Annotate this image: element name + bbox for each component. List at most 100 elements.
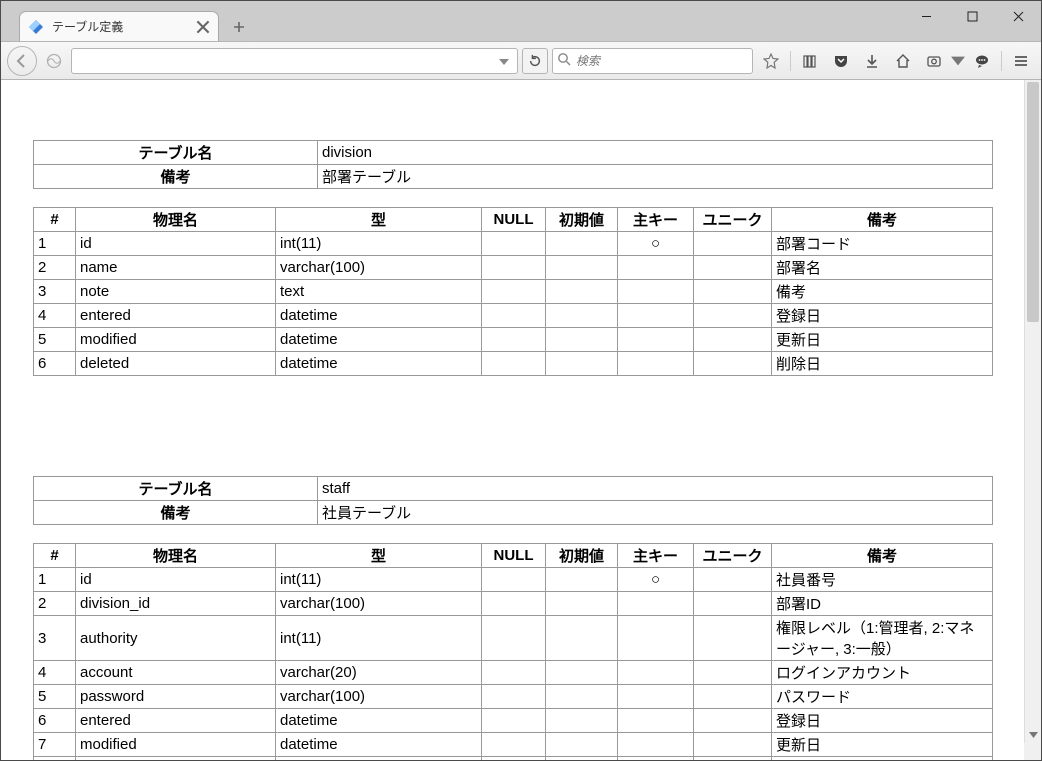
cell-default bbox=[546, 709, 618, 733]
cell-pk bbox=[618, 757, 694, 761]
cell-default bbox=[546, 733, 618, 757]
cell-unique bbox=[694, 568, 772, 592]
cell-type: varchar(100) bbox=[276, 685, 482, 709]
table-row: 5modifieddatetime更新日 bbox=[34, 328, 993, 352]
cell-type: varchar(100) bbox=[276, 256, 482, 280]
cell-phys: entered bbox=[76, 304, 276, 328]
identity-icon[interactable] bbox=[41, 48, 67, 74]
col-header-pk: 主キー bbox=[618, 208, 694, 232]
maximize-button[interactable] bbox=[949, 1, 995, 31]
table-row: 3notetext備考 bbox=[34, 280, 993, 304]
chat-icon[interactable] bbox=[968, 48, 996, 74]
cell-null bbox=[482, 568, 546, 592]
scroll-thumb[interactable] bbox=[1027, 82, 1039, 322]
cell-default bbox=[546, 304, 618, 328]
cell-note: パスワード bbox=[772, 685, 993, 709]
cell-pk bbox=[618, 352, 694, 376]
col-header-note: 備考 bbox=[772, 208, 993, 232]
cell-type: int(11) bbox=[276, 232, 482, 256]
cell-note: 更新日 bbox=[772, 328, 993, 352]
toolbar-icons bbox=[757, 48, 1035, 74]
content-area: テーブル名division備考部署テーブル#物理名型NULL初期値主キーユニーク… bbox=[1, 80, 1024, 760]
cell-pk bbox=[618, 733, 694, 757]
col-header-phys: 物理名 bbox=[76, 208, 276, 232]
meta-label-remarks: 備考 bbox=[34, 165, 318, 189]
navigation-toolbar bbox=[1, 41, 1041, 80]
col-header-null: NULL bbox=[482, 544, 546, 568]
cell-unique bbox=[694, 232, 772, 256]
cell-num: 1 bbox=[34, 568, 76, 592]
vertical-scrollbar[interactable] bbox=[1024, 80, 1041, 743]
cell-pk bbox=[618, 304, 694, 328]
pocket-icon[interactable] bbox=[827, 48, 855, 74]
urlbar-dropdown-icon[interactable] bbox=[493, 53, 515, 68]
col-header-phys: 物理名 bbox=[76, 544, 276, 568]
cell-default bbox=[546, 256, 618, 280]
cell-null bbox=[482, 280, 546, 304]
home-icon[interactable] bbox=[889, 48, 917, 74]
cell-default bbox=[546, 328, 618, 352]
screenshot-icon[interactable] bbox=[920, 48, 948, 74]
library-icon[interactable] bbox=[796, 48, 824, 74]
cell-null bbox=[482, 616, 546, 661]
cell-type: varchar(20) bbox=[276, 661, 482, 685]
cell-type: datetime bbox=[276, 733, 482, 757]
bookmark-star-icon[interactable] bbox=[757, 48, 785, 74]
cell-type: datetime bbox=[276, 757, 482, 761]
cell-note: 更新日 bbox=[772, 733, 993, 757]
downloads-icon[interactable] bbox=[858, 48, 886, 74]
new-tab-button[interactable] bbox=[224, 13, 254, 41]
cell-num: 8 bbox=[34, 757, 76, 761]
cell-unique bbox=[694, 280, 772, 304]
menu-icon[interactable] bbox=[1007, 48, 1035, 74]
search-bar[interactable] bbox=[552, 48, 753, 74]
screenshot-dropdown-icon[interactable] bbox=[951, 48, 965, 74]
cell-null bbox=[482, 592, 546, 616]
table-row: 4accountvarchar(20)ログインアカウント bbox=[34, 661, 993, 685]
browser-tab[interactable]: テーブル定義 bbox=[19, 11, 219, 41]
cell-unique bbox=[694, 685, 772, 709]
tab-close-button[interactable] bbox=[196, 20, 210, 34]
cell-phys: password bbox=[76, 685, 276, 709]
cell-default bbox=[546, 757, 618, 761]
cell-pk bbox=[618, 709, 694, 733]
cell-type: int(11) bbox=[276, 568, 482, 592]
meta-label-table-name: テーブル名 bbox=[34, 477, 318, 501]
scroll-down-icon[interactable] bbox=[1025, 726, 1041, 743]
cell-pk: ○ bbox=[618, 568, 694, 592]
back-button[interactable] bbox=[7, 46, 37, 76]
table-meta: テーブル名division備考部署テーブル bbox=[33, 140, 993, 189]
col-header-unique: ユニーク bbox=[694, 208, 772, 232]
cell-phys: division_id bbox=[76, 592, 276, 616]
cell-note: 社員番号 bbox=[772, 568, 993, 592]
toolbar-separator bbox=[1001, 51, 1002, 71]
cell-num: 6 bbox=[34, 709, 76, 733]
meta-label-table-name: テーブル名 bbox=[34, 141, 318, 165]
cell-type: int(11) bbox=[276, 616, 482, 661]
cell-phys: id bbox=[76, 232, 276, 256]
titlebar: テーブル定義 bbox=[1, 1, 1041, 41]
meta-label-remarks: 備考 bbox=[34, 501, 318, 525]
cell-note: ログインアカウント bbox=[772, 661, 993, 685]
window-controls bbox=[903, 1, 1041, 31]
url-bar[interactable] bbox=[71, 48, 518, 74]
cell-note: 削除日 bbox=[772, 757, 993, 761]
cell-type: datetime bbox=[276, 328, 482, 352]
cell-pk bbox=[618, 592, 694, 616]
cell-pk bbox=[618, 256, 694, 280]
search-input[interactable] bbox=[576, 54, 748, 68]
table-row: 5passwordvarchar(100) パスワード bbox=[34, 685, 993, 709]
close-window-button[interactable] bbox=[995, 1, 1041, 31]
table-row: 1idint(11)○社員番号 bbox=[34, 568, 993, 592]
cell-unique bbox=[694, 304, 772, 328]
minimize-button[interactable] bbox=[903, 1, 949, 31]
cell-num: 5 bbox=[34, 685, 76, 709]
cell-phys: note bbox=[76, 280, 276, 304]
reload-button[interactable] bbox=[522, 48, 548, 74]
cell-null bbox=[482, 661, 546, 685]
table-row: 8deleteddatetime削除日 bbox=[34, 757, 993, 761]
cell-unique bbox=[694, 592, 772, 616]
cell-num: 2 bbox=[34, 592, 76, 616]
table-row: 7modifieddatetime更新日 bbox=[34, 733, 993, 757]
cell-note: 登録日 bbox=[772, 709, 993, 733]
